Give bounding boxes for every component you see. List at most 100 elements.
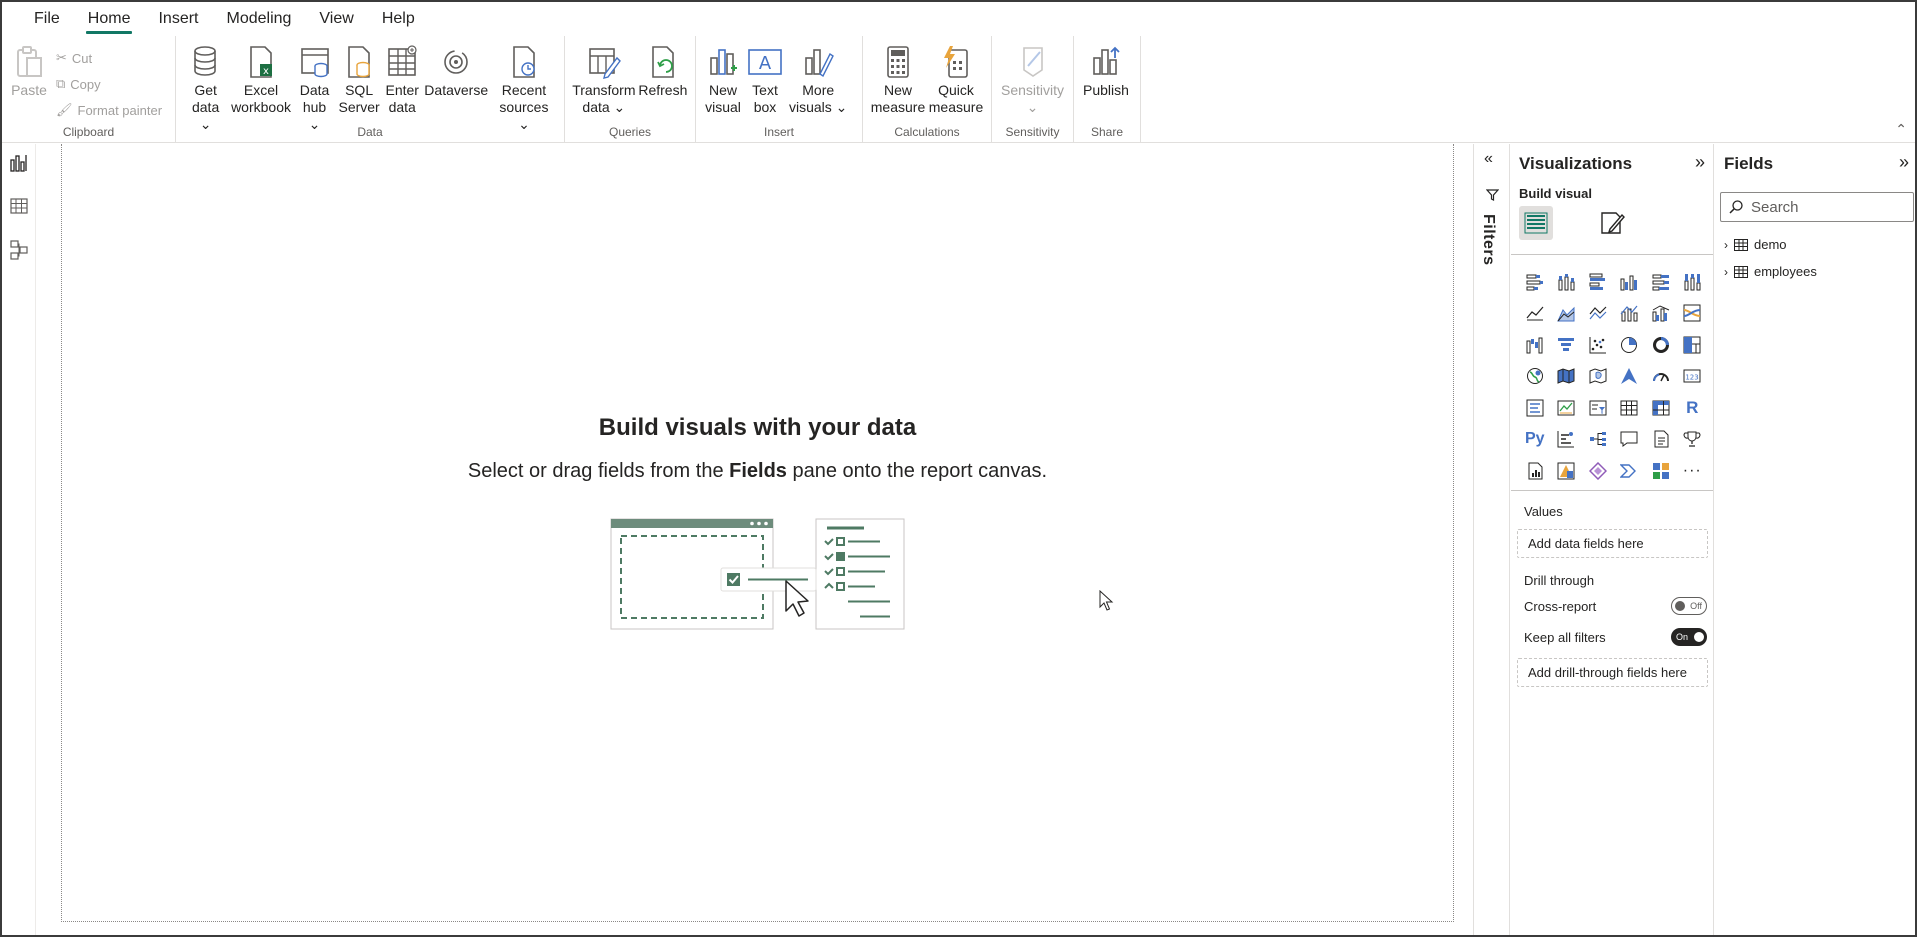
report-canvas[interactable]: Build visuals with your data Select or d… [61,144,1454,922]
report-view-icon[interactable] [9,154,28,175]
drill-through-drop-zone[interactable]: Add drill-through fields here [1517,658,1708,687]
treemap-icon[interactable] [1677,329,1709,361]
copy-button[interactable]: ⧉ Copy [56,72,162,96]
menu-file[interactable]: File [20,2,74,36]
apps-grid-icon[interactable] [1645,455,1677,487]
more-visuals-ellipsis-icon[interactable]: ··· [1677,455,1709,487]
table-icon [1734,238,1748,251]
stacked-column-chart-icon[interactable] [1551,266,1583,298]
shape-map-icon[interactable] [1582,361,1614,393]
text-box-button[interactable]: A Text box [744,42,786,116]
waterfall-chart-icon[interactable] [1519,329,1551,361]
clustered-column-chart-icon[interactable] [1614,266,1646,298]
cut-button[interactable]: ✂ Cut [56,46,162,70]
filled-map-icon[interactable] [1551,361,1583,393]
fields-search-input[interactable] [1751,198,1901,216]
build-visual-tab[interactable] [1519,206,1553,240]
values-drop-zone[interactable]: Add data fields here [1517,529,1708,558]
new-measure-button[interactable]: New measure [869,42,927,116]
more-visuals-button[interactable]: More visuals ⌄ [786,42,850,116]
qa-visual-icon[interactable] [1614,424,1646,456]
ribbon-chart-icon[interactable] [1677,298,1709,330]
r-script-visual-icon[interactable]: R [1677,392,1709,424]
table-icon[interactable] [1614,392,1646,424]
transform-data-button[interactable]: Transform data ⌄ [571,42,637,116]
clustered-bar-chart-icon[interactable] [1582,266,1614,298]
publish-button[interactable]: Publish [1080,42,1132,99]
slicer-icon[interactable] [1582,392,1614,424]
matrix-icon[interactable] [1645,392,1677,424]
get-data-button[interactable]: Get data ⌄ [182,42,229,133]
metrics-trophy-icon[interactable] [1677,424,1709,456]
paste-button[interactable]: Paste [8,42,50,99]
fields-search-box[interactable] [1720,192,1914,222]
100-stacked-bar-chart-icon[interactable] [1645,266,1677,298]
sensitivity-button[interactable]: Sensitivity ⌄ [998,42,1067,116]
collapse-visualizations-icon[interactable]: » [1695,152,1705,173]
text-box-label: Text box [752,82,778,115]
line-and-stacked-column-icon[interactable] [1614,298,1646,330]
pie-chart-icon[interactable] [1614,329,1646,361]
line-chart-icon[interactable] [1519,298,1551,330]
power-automate-icon[interactable] [1582,455,1614,487]
new-visual-label: New visual [705,82,741,115]
cross-report-toggle[interactable]: Off [1671,597,1707,615]
svg-text:x: x [263,66,269,77]
stacked-area-chart-icon[interactable] [1582,298,1614,330]
table-view-icon[interactable] [9,197,28,218]
smart-narrative-icon[interactable] [1645,424,1677,456]
menu-help[interactable]: Help [368,2,429,36]
sql-server-button[interactable]: SQL Server [336,42,382,116]
recent-sources-button[interactable]: Recent sources ⌄ [490,42,558,133]
funnel-chart-icon[interactable] [1551,329,1583,361]
field-table-demo[interactable]: › demo [1724,237,1787,252]
scatter-chart-icon[interactable] [1582,329,1614,361]
chevron-right-icon[interactable]: › [1724,265,1728,279]
collapse-fields-icon[interactable]: » [1899,152,1909,173]
area-chart-icon[interactable] [1551,298,1583,330]
donut-chart-icon[interactable] [1645,329,1677,361]
menu-insert[interactable]: Insert [144,2,212,36]
filters-pane-collapsed[interactable]: « Filters [1475,144,1510,935]
paginated-report-icon[interactable] [1519,455,1551,487]
stacked-bar-chart-icon[interactable] [1519,266,1551,298]
dataverse-button[interactable]: Dataverse [423,42,490,99]
multi-row-card-icon[interactable] [1519,392,1551,424]
svg-text:123: 123 [1686,374,1699,382]
field-table-employees[interactable]: › employees [1724,264,1817,279]
calculator-icon [880,42,916,82]
quick-measure-button[interactable]: Quick measure [927,42,985,116]
mouse-cursor-icon [1099,589,1115,615]
expand-filters-icon[interactable]: « [1484,150,1493,168]
100-stacked-column-chart-icon[interactable] [1677,266,1709,298]
decomposition-tree-icon[interactable] [1582,424,1614,456]
menu-modeling[interactable]: Modeling [212,2,305,36]
text-box-icon: A [747,42,783,82]
keep-all-filters-toggle[interactable]: On [1671,628,1707,646]
sensitivity-icon [1015,42,1051,82]
azure-map-icon[interactable] [1614,361,1646,393]
format-painter-label: Format painter [77,102,163,118]
python-visual-icon[interactable]: Py [1519,424,1551,456]
data-hub-button[interactable]: Data hub ⌄ [293,42,336,133]
power-apps-icon[interactable] [1551,455,1583,487]
key-influencers-icon[interactable] [1551,424,1583,456]
enter-data-button[interactable]: Enter data [382,42,423,116]
kpi-icon[interactable] [1551,392,1583,424]
line-and-clustered-column-icon[interactable] [1645,298,1677,330]
model-view-icon[interactable] [9,240,28,263]
menu-home[interactable]: Home [74,2,145,36]
chevron-right-icon[interactable]: › [1724,238,1728,252]
excel-workbook-button[interactable]: x Excel workbook [229,42,293,116]
map-icon[interactable] [1519,361,1551,393]
format-painter-button[interactable]: 🖌 Format painter [56,98,162,122]
transform-data-label: Transform data ⌄ [572,82,636,115]
menu-view[interactable]: View [305,2,367,36]
gauge-icon[interactable] [1645,361,1677,393]
power-automate-flow-icon[interactable] [1614,455,1646,487]
collapse-ribbon-icon[interactable]: ⌃ [1895,121,1907,138]
card-icon[interactable]: 123 [1677,361,1709,393]
format-visual-tab[interactable] [1595,206,1629,240]
refresh-button[interactable]: Refresh [637,42,689,99]
new-visual-button[interactable]: New visual [702,42,744,116]
